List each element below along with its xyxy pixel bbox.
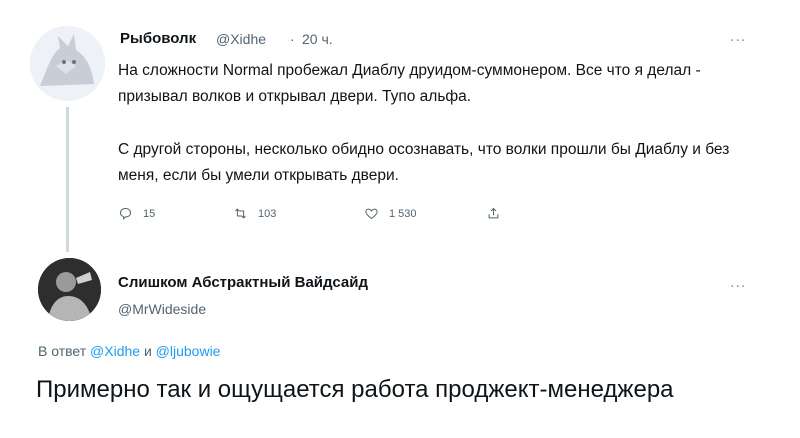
retweet-count: 103 (258, 207, 277, 220)
share-icon (488, 208, 499, 219)
user-handle[interactable]: @MrWideside (118, 301, 206, 317)
separator-dot: · (290, 31, 295, 47)
display-name[interactable]: Рыбоволк (120, 30, 196, 47)
thread-line (66, 107, 69, 252)
tweet-text: Примерно так и ощущается работа проджект… (36, 376, 674, 403)
more-options-icon[interactable]: ... (730, 28, 746, 46)
tweet-actions: 15 103 1 530 (118, 206, 538, 226)
user-handle[interactable]: @Xidhe (216, 31, 266, 47)
replying-to: В ответ @Xidhe и @ljubowie (38, 343, 220, 359)
replying-prefix: В ответ (38, 343, 87, 359)
display-name[interactable]: Слишком Абстрактный Вайдсайд (118, 274, 368, 291)
replying-and: и (143, 343, 152, 359)
reply-icon (119, 207, 132, 221)
like-button[interactable]: 1 530 (364, 206, 417, 221)
retweet-button[interactable]: 103 (233, 206, 276, 221)
avatar-mrwideside[interactable] (38, 258, 101, 321)
wolf-avatar-icon (30, 26, 105, 101)
reply-count: 15 (143, 207, 156, 220)
reply-button[interactable]: 15 (118, 206, 155, 221)
avatar-ryibovolk[interactable] (30, 26, 105, 101)
mention-link[interactable]: @ljubowie (156, 343, 221, 359)
like-count: 1 530 (389, 207, 417, 220)
like-icon (365, 208, 378, 220)
share-button[interactable] (486, 206, 501, 221)
timestamp[interactable]: 20 ч. (302, 31, 333, 47)
retweet-icon (235, 208, 246, 219)
mention-link[interactable]: @Xidhe (90, 343, 140, 359)
user-photo-icon (38, 258, 101, 321)
tweet-text-paragraph-2: С другой стороны, несколько обидно осозн… (118, 141, 730, 184)
more-options-icon[interactable]: ... (730, 274, 746, 292)
tweet-text-paragraph-1: На сложности Normal пробежал Диаблу друи… (118, 62, 701, 105)
